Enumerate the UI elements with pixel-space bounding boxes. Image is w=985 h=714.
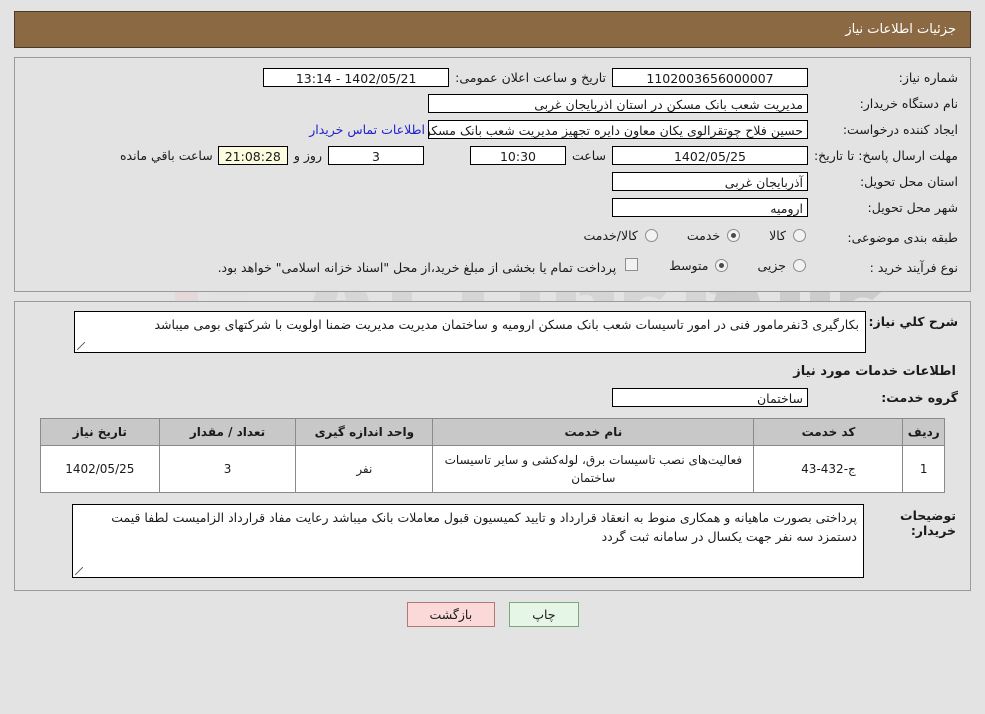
cell-radif: 1 xyxy=(902,445,945,493)
services-panel: شرح کلي نیاز: بکارگیری 3نفرمامور فنی در … xyxy=(14,301,971,591)
process-label: نوع فرآیند خرید : xyxy=(869,260,958,275)
table-header-row: ردیف کد خدمت نام خدمت واحد اندازه گیری ت… xyxy=(40,418,945,446)
process-option-motavaset[interactable]: متوسط xyxy=(664,258,730,273)
creator-value: حسین فلاح چوتقرالوی یکان معاون دایره تجه… xyxy=(428,120,808,139)
th-radif: ردیف xyxy=(902,418,945,446)
need-info-panel: شماره نیاز: 1102003656000007 تاریخ و ساع… xyxy=(14,57,971,292)
buyer-value: مدیریت شعب بانک مسکن در استان اذربایجان … xyxy=(428,94,808,113)
countdown-label: ساعت باقي مانده xyxy=(119,148,213,163)
category-option-kala-khedmat[interactable]: کالا/خدمت xyxy=(578,228,659,243)
city-label: شهر محل تحویل: xyxy=(867,200,958,215)
row-buyer-notes: توضیحات خریدار: پرداختی بصورت ماهیانه و … xyxy=(27,504,958,578)
category-option-kala[interactable]: کالا xyxy=(764,228,808,243)
row-creator: ایجاد کننده درخواست: حسین فلاح چوتقرالوی… xyxy=(27,120,958,141)
action-bar: چاپ بازگشت xyxy=(0,602,985,627)
need-number-label: شماره نیاز: xyxy=(898,70,958,85)
deadline-time-value: 10:30 xyxy=(469,146,566,165)
category-option-label: کالا/خدمت xyxy=(583,228,638,243)
row-process-type: نوع فرآیند خرید : جزیی متوسط پرداخت تمام… xyxy=(27,258,958,279)
category-option-label: کالا xyxy=(769,228,786,243)
row-buyer: نام دستگاه خریدار: مدیریت شعب بانک مسکن … xyxy=(27,94,958,115)
cell-date: 1402/05/25 xyxy=(40,445,160,493)
category-option-khedmat[interactable]: خدمت xyxy=(682,228,742,243)
print-button[interactable]: چاپ xyxy=(509,602,579,627)
th-date: تاریخ نیاز xyxy=(40,418,160,446)
radio-icon[interactable] xyxy=(644,229,658,242)
announce-value: 1402/05/21 - 13:14 xyxy=(263,68,450,87)
page-header: جزئیات اطلاعات نیاز xyxy=(14,11,971,48)
radio-icon[interactable] xyxy=(793,229,806,242)
process-option-label: جزیی xyxy=(757,258,786,273)
creator-label: ایجاد کننده درخواست: xyxy=(842,122,958,137)
deadline-label: مهلت ارسال پاسخ: تا تاریخ: xyxy=(813,148,958,163)
cell-qty: 3 xyxy=(158,445,297,493)
th-qty: تعداد / مقدار xyxy=(158,418,297,446)
buyer-notes-label: توضیحات خریدار: xyxy=(900,508,956,538)
radio-icon[interactable] xyxy=(715,259,729,272)
radio-icon[interactable] xyxy=(727,229,741,242)
buyer-contact-link[interactable]: اطلاعات تماس خریدار xyxy=(309,120,428,139)
th-code: کد خدمت xyxy=(753,418,904,446)
row-city: شهر محل تحویل: ارومیه xyxy=(27,198,958,219)
process-option-label: متوسط xyxy=(669,258,709,273)
row-deadline: مهلت ارسال پاسخ: تا تاریخ: 1402/05/25 سا… xyxy=(27,146,958,167)
description-value[interactable]: بکارگیری 3نفرمامور فنی در امور تاسیسات ش… xyxy=(74,311,866,353)
description-label: شرح کلي نیاز: xyxy=(868,314,958,329)
deadline-date-value: 1402/05/25 xyxy=(612,146,808,165)
row-category: طبقه بندی موضوعی: کالا خدمت کالا/خدمت xyxy=(27,228,958,249)
category-radio-group: کالا خدمت کالا/خدمت xyxy=(556,228,808,243)
city-value: ارومیه xyxy=(612,198,808,217)
back-button[interactable]: بازگشت xyxy=(406,602,496,627)
province-value: آذربایجان غربی xyxy=(612,172,808,191)
treasury-checkbox[interactable] xyxy=(625,258,639,271)
process-radio-group: جزیی متوسط xyxy=(642,258,808,273)
row-description: شرح کلي نیاز: بکارگیری 3نفرمامور فنی در … xyxy=(27,311,958,353)
services-table: ردیف کد خدمت نام خدمت واحد اندازه گیری ت… xyxy=(40,418,945,493)
countdown-timer: 21:08:28 xyxy=(217,146,288,165)
th-name: نام خدمت xyxy=(432,418,755,446)
buyer-notes-value[interactable]: پرداختی بصورت ماهیانه و همکاری منوط به ا… xyxy=(72,504,864,578)
cell-unit: نفر xyxy=(295,445,434,493)
days-label: روز و xyxy=(293,148,322,163)
row-service-group: گروه خدمت: ساختمان xyxy=(27,388,958,409)
category-option-label: خدمت xyxy=(686,228,721,243)
announce-label: تاریخ و ساعت اعلان عمومی: xyxy=(455,70,606,85)
table-row: 1 ج-432-43 فعالیت‌های نصب تاسیسات برق، ل… xyxy=(40,445,945,493)
row-need-number: شماره نیاز: 1102003656000007 تاریخ و ساع… xyxy=(27,68,958,89)
province-label: استان محل تحویل: xyxy=(859,174,958,189)
remaining-days-value: 3 xyxy=(327,146,424,165)
cell-code: ج-432-43 xyxy=(753,445,904,493)
services-section-title: اطلاعات خدمات مورد نیاز xyxy=(793,364,956,379)
radio-icon[interactable] xyxy=(793,259,806,272)
buyer-label: نام دستگاه خریدار: xyxy=(859,96,958,111)
service-group-value: ساختمان xyxy=(612,388,808,407)
service-group-label: گروه خدمت: xyxy=(881,390,958,405)
th-unit: واحد اندازه گیری xyxy=(295,418,434,446)
page-root: جزئیات اطلاعات نیاز شماره نیاز: 11020036… xyxy=(0,11,985,627)
treasury-note: پرداخت تمام یا بخشی از مبلغ خرید،از محل … xyxy=(217,260,617,275)
category-label: طبقه بندی موضوعی: xyxy=(847,230,958,245)
process-option-jozei[interactable]: جزیی xyxy=(752,258,808,273)
hour-label: ساعت xyxy=(571,148,606,163)
page-title: جزئیات اطلاعات نیاز xyxy=(845,22,956,37)
need-number-value: 1102003656000007 xyxy=(612,68,808,87)
row-province: استان محل تحویل: آذربایجان غربی xyxy=(27,172,958,193)
cell-name: فعالیت‌های نصب تاسیسات برق، لوله‌کشی و س… xyxy=(432,445,755,493)
